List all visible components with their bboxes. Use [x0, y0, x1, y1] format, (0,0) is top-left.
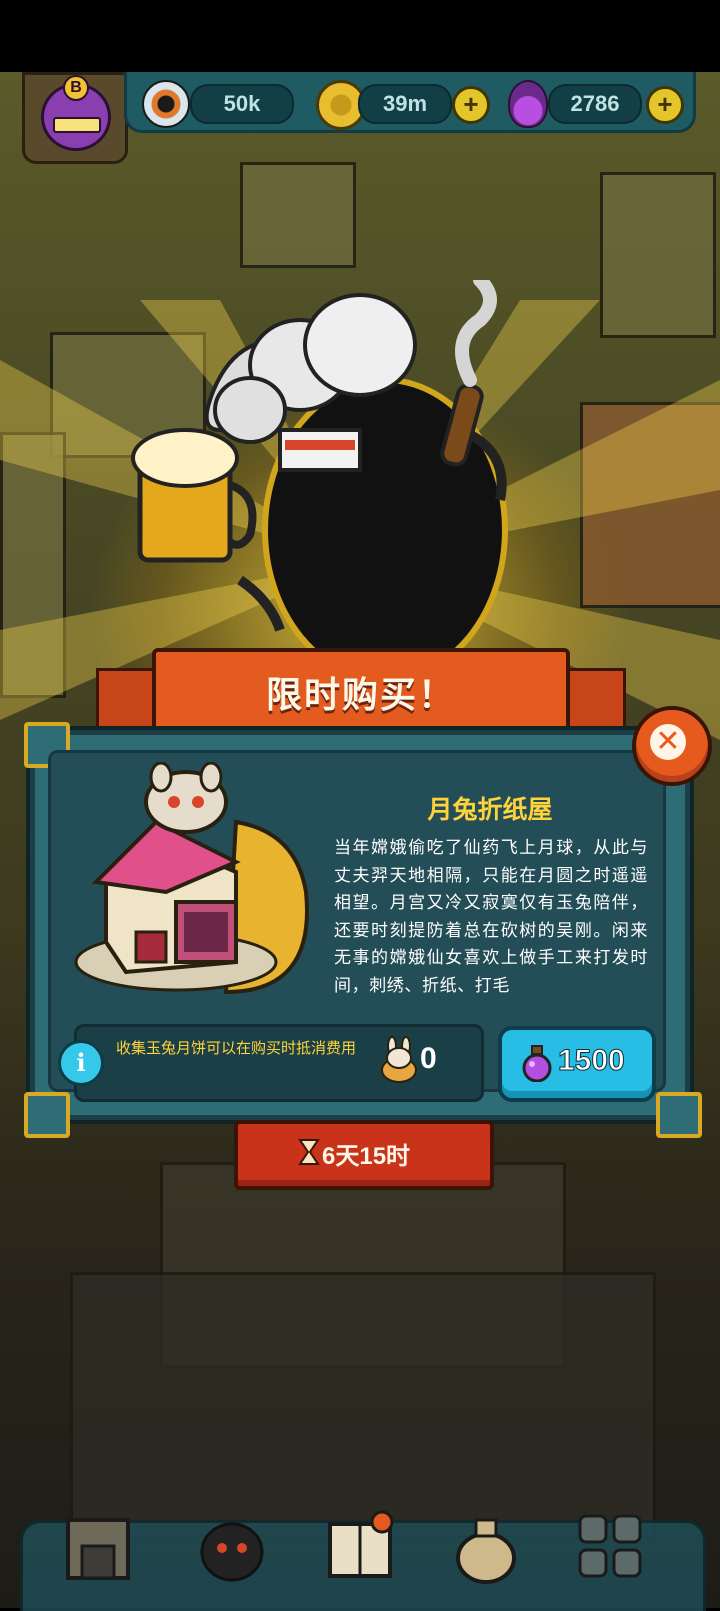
close-button[interactable]: ✕	[632, 706, 712, 786]
buy-button[interactable]: 1500	[498, 1026, 656, 1102]
chef-character-illustration	[131, 280, 508, 660]
rabbit-mooncake-icon	[381, 1036, 417, 1083]
hourglass-icon	[298, 1139, 320, 1165]
status-bar	[0, 0, 720, 72]
panel-corner-ornament	[24, 1092, 70, 1138]
close-icon: ✕	[650, 724, 686, 760]
coins-counter: 39m	[358, 84, 452, 124]
countdown-timer: 6天15时	[234, 1120, 494, 1190]
eyes-counter: 50k	[190, 84, 294, 124]
menu-grid-icon[interactable]	[574, 1506, 646, 1584]
monster-icon[interactable]	[196, 1506, 268, 1584]
teeth-decoration	[53, 117, 101, 133]
discount-info-text: 收集玉兔月饼可以在购买时抵消费用	[116, 1040, 357, 1057]
mooncake-count: 0	[420, 1042, 437, 1075]
info-icon[interactable]: i	[58, 1040, 104, 1086]
price-value: 1500	[558, 1044, 626, 1078]
panel-corner-ornament	[656, 1092, 702, 1138]
shop-building-icon[interactable]	[62, 1506, 134, 1584]
add-coins-button[interactable]: +	[452, 86, 490, 124]
price-label: 1500	[558, 1044, 648, 1078]
recipe-book-icon[interactable]	[324, 1506, 396, 1584]
money-bag-icon[interactable]	[450, 1506, 522, 1584]
potions-counter: 2786	[548, 84, 642, 124]
add-potions-button[interactable]: +	[646, 86, 684, 124]
moon-rabbit-origami-house-image	[74, 762, 309, 995]
eyeball-icon	[142, 80, 190, 128]
timer-text: 6天15时	[322, 1143, 411, 1170]
potion-icon	[508, 80, 548, 128]
rank-badge: B	[63, 75, 89, 101]
potion-icon	[522, 1045, 552, 1082]
item-name: 月兔折纸屋	[427, 796, 553, 824]
player-avatar[interactable]: B	[22, 72, 128, 164]
item-description: 当年嫦娥偷吃了仙药飞上月球，从此与丈夫羿天地相隔，只能在月圆之时遥遥相望。月宫又…	[334, 838, 648, 995]
